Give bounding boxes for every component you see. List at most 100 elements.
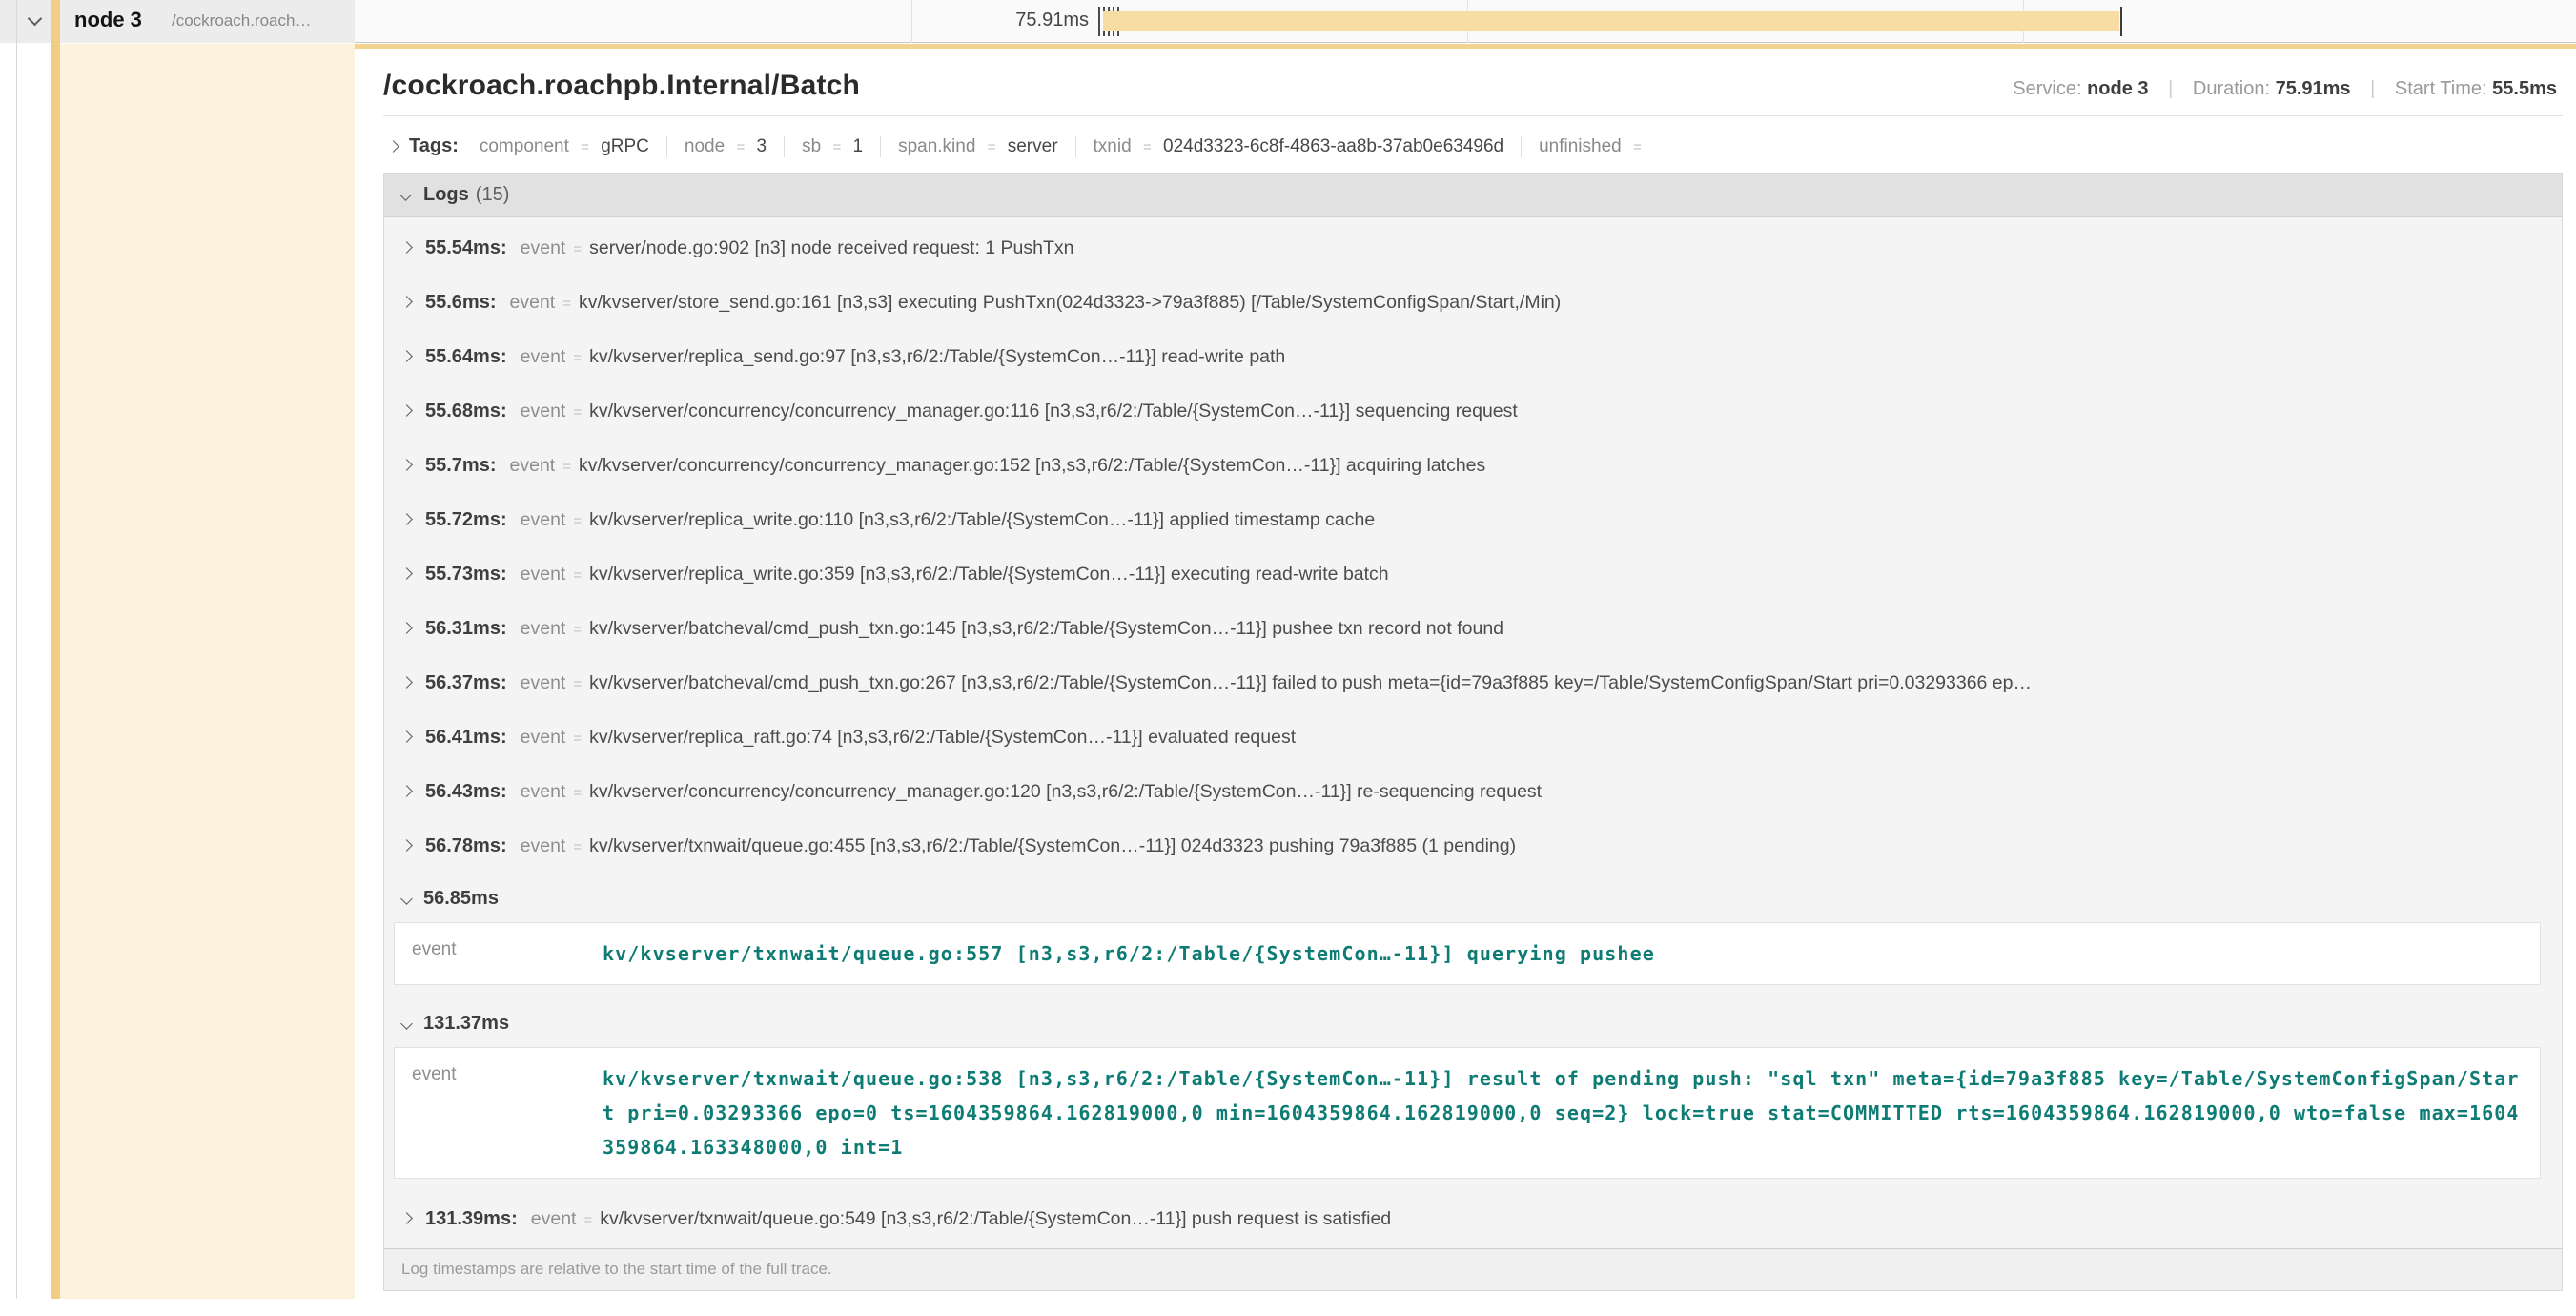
logs-footer-note: Log timestamps are relative to the start…: [384, 1248, 2562, 1290]
chevron-right-icon[interactable]: [400, 241, 413, 254]
log-fields-table: event kv/kvserver/txnwait/queue.go:557 […: [394, 922, 2541, 985]
start-time-value: 55.5ms: [2492, 78, 2557, 99]
log-entry-expanded-header[interactable]: 131.37ms: [384, 998, 2562, 1045]
log-field-value: kv/kvserver/replica_send.go:97 [n3,s3,r6…: [589, 346, 1285, 368]
log-equals: =: [573, 730, 582, 747]
tag-equals: =: [988, 139, 996, 155]
tags-label: Tags:: [409, 135, 459, 157]
chevron-right-icon[interactable]: [400, 1212, 413, 1224]
log-entry-row[interactable]: 56.78ms: event = kv/kvserver/txnwait/que…: [384, 819, 2562, 874]
logs-accordion: Logs (15) 55.54ms: event = server/node.g…: [383, 173, 2563, 1291]
log-timestamp: 131.37ms: [423, 1013, 509, 1035]
span-service-name: node 3: [74, 8, 142, 32]
log-entry-row[interactable]: 56.41ms: event = kv/kvserver/replica_raf…: [384, 710, 2562, 765]
log-entry-row[interactable]: 55.73ms: event = kv/kvserver/replica_wri…: [384, 547, 2562, 602]
chevron-right-icon[interactable]: [400, 513, 413, 525]
log-field-key: event: [521, 509, 566, 531]
tree-guide-line: [16, 0, 17, 1299]
log-equals: =: [573, 404, 582, 421]
log-field-row: event kv/kvserver/txnwait/queue.go:557 […: [395, 923, 2540, 984]
log-field-value: kv/kvserver/batcheval/cmd_push_txn.go:14…: [589, 618, 1503, 640]
chevron-right-icon[interactable]: [400, 567, 413, 580]
chevron-down-icon[interactable]: [400, 1018, 413, 1030]
chevron-right-icon[interactable]: [400, 622, 413, 634]
log-field-key: event: [412, 1061, 603, 1164]
span-detail-panel: /cockroach.roachpb.Internal/Batch Servic…: [355, 44, 2576, 1299]
chevron-right-icon[interactable]: [400, 404, 413, 417]
tag-value: server: [1008, 136, 1058, 156]
page-title: /cockroach.roachpb.Internal/Batch: [383, 70, 860, 102]
span-timeline-row[interactable]: node 3 /cockroach.roach… 75.91ms: [0, 0, 2576, 43]
log-entry-expanded: 56.85ms event kv/kvserver/txnwait/queue.…: [384, 874, 2562, 985]
log-field-value: kv/kvserver/replica_write.go:110 [n3,s3,…: [589, 509, 1375, 531]
chevron-right-icon[interactable]: [400, 350, 413, 362]
log-timestamp: 131.39ms:: [425, 1208, 518, 1230]
start-time-label: Start Time:: [2395, 78, 2487, 99]
chevron-right-icon[interactable]: [400, 296, 413, 308]
log-field-value: kv/kvserver/replica_raft.go:74 [n3,s3,r6…: [589, 727, 1296, 749]
log-entry-row[interactable]: 55.7ms: event = kv/kvserver/concurrency/…: [384, 439, 2562, 493]
log-field-key: event: [510, 292, 556, 314]
log-field-key: event: [521, 618, 566, 640]
log-field-key: event: [521, 672, 566, 694]
log-timestamp: 56.31ms:: [425, 618, 507, 640]
log-entry-expanded-header[interactable]: 56.85ms: [384, 874, 2562, 920]
chevron-right-icon[interactable]: [400, 676, 413, 689]
tag-key: component: [480, 136, 569, 156]
log-field-row: event kv/kvserver/txnwait/queue.go:538 […: [395, 1048, 2540, 1178]
logs-count: (15): [476, 184, 510, 206]
log-fields-table: event kv/kvserver/txnwait/queue.go:538 […: [394, 1047, 2541, 1179]
log-entry-row[interactable]: 56.31ms: event = kv/kvserver/batcheval/c…: [384, 602, 2562, 656]
log-timestamp: 55.72ms:: [425, 509, 507, 531]
log-field-key: event: [531, 1208, 577, 1230]
tag-value: 3: [757, 136, 767, 156]
chevron-down-icon[interactable]: [400, 893, 413, 905]
tag-pill[interactable]: span.kind = server: [880, 136, 1074, 157]
span-duration-bar[interactable]: [1103, 11, 2119, 31]
log-entry-row[interactable]: 55.54ms: event = server/node.go:902 [n3]…: [384, 221, 2562, 276]
log-equals: =: [573, 513, 582, 529]
tag-equals: =: [1633, 139, 1642, 155]
tag-pill[interactable]: txnid = 024d3323-6c8f-4863-aa8b-37ab0e63…: [1075, 136, 1522, 157]
log-entry-row[interactable]: 56.43ms: event = kv/kvserver/concurrency…: [384, 765, 2562, 819]
span-duration-label: 75.91ms: [955, 10, 1089, 31]
chevron-right-icon[interactable]: [400, 785, 413, 797]
tag-value: gRPC: [601, 136, 649, 156]
log-entry-row[interactable]: 131.39ms: event = kv/kvserver/txnwait/qu…: [384, 1192, 2562, 1246]
chevron-right-icon[interactable]: [400, 839, 413, 852]
tag-pill[interactable]: component = gRPC: [462, 136, 666, 157]
chevron-down-icon[interactable]: [399, 189, 412, 201]
log-entry-row[interactable]: 55.72ms: event = kv/kvserver/replica_wri…: [384, 493, 2562, 547]
tag-equals: =: [581, 139, 589, 155]
span-operation-name: /cockroach.roach…: [172, 11, 311, 31]
log-entry-row[interactable]: 55.68ms: event = kv/kvserver/concurrency…: [384, 384, 2562, 439]
chevron-right-icon[interactable]: [400, 730, 413, 743]
chevron-right-icon[interactable]: [387, 140, 399, 153]
tag-key: txnid: [1094, 136, 1132, 156]
tags-row[interactable]: Tags: component = gRPC node = 3 sb = 1 s…: [383, 135, 2563, 157]
log-field-value: kv/kvserver/replica_write.go:359 [n3,s3,…: [589, 564, 1389, 586]
log-equals: =: [562, 459, 571, 475]
logs-header[interactable]: Logs (15): [384, 174, 2562, 217]
logs-title: Logs: [423, 184, 469, 206]
log-field-value: kv/kvserver/txnwait/queue.go:557 [n3,s3,…: [603, 936, 1655, 971]
log-entry-row[interactable]: 55.6ms: event = kv/kvserver/store_send.g…: [384, 276, 2562, 330]
tag-pill[interactable]: node = 3: [666, 136, 784, 157]
tag-pill[interactable]: unfinished =: [1521, 136, 1666, 157]
chevron-right-icon[interactable]: [400, 459, 413, 471]
log-equals: =: [583, 1212, 592, 1228]
log-equals: =: [573, 241, 582, 257]
log-entry-row[interactable]: 55.64ms: event = kv/kvserver/replica_sen…: [384, 330, 2562, 384]
log-timestamp: 55.7ms:: [425, 455, 497, 477]
tag-pill[interactable]: sb = 1: [784, 136, 880, 157]
log-field-key: event: [521, 346, 566, 368]
log-timestamp: 56.43ms:: [425, 781, 507, 803]
meta-divider: |: [2168, 78, 2173, 99]
service-value: node 3: [2087, 78, 2148, 99]
log-entry-row[interactable]: 56.37ms: event = kv/kvserver/batcheval/c…: [384, 656, 2562, 710]
log-timestamp: 56.78ms:: [425, 835, 507, 857]
log-timestamp: 55.54ms:: [425, 237, 507, 259]
log-field-value: kv/kvserver/txnwait/queue.go:549 [n3,s3,…: [600, 1208, 1391, 1230]
log-field-key: event: [521, 781, 566, 803]
log-field-value: kv/kvserver/concurrency/concurrency_mana…: [589, 401, 1518, 422]
